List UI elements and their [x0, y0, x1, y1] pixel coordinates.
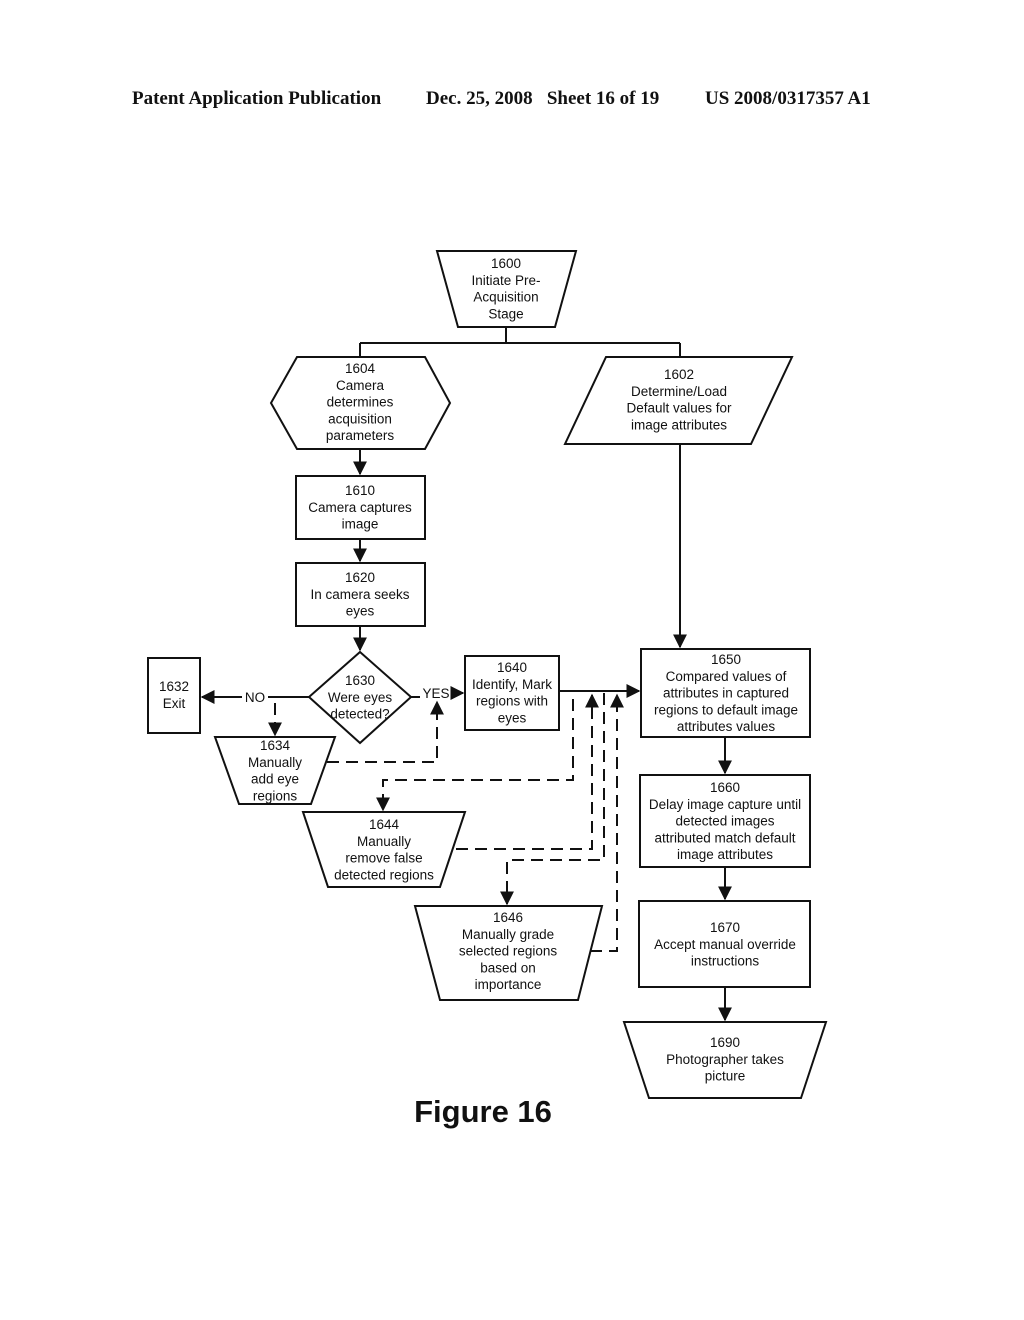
node-1690-text-line: picture: [705, 1069, 746, 1084]
figure-label: Figure 16: [414, 1094, 552, 1129]
node-1644-number: 1644: [369, 817, 400, 832]
node-1610-text-line: Camera captures: [308, 500, 412, 515]
node-1610-number: 1610: [345, 483, 375, 498]
node-1650-text-line: regions to default image: [654, 702, 798, 717]
node-1620-number: 1620: [345, 570, 375, 585]
node-1646-text-line: selected regions: [459, 944, 558, 959]
node-1634-text-line: Manually: [248, 755, 302, 770]
node-1634-text-line: add eye: [251, 772, 299, 787]
node-1602-text-line: Determine/Load: [631, 384, 727, 399]
node-1600-number: 1600: [491, 256, 521, 271]
node-1640-number: 1640: [497, 660, 527, 675]
node-1630-text-line: detected?: [330, 707, 389, 722]
node-1644-text-line: Manually: [357, 834, 411, 849]
node-1660-text-line: image attributes: [677, 847, 773, 862]
node-1604-text-line: parameters: [326, 428, 395, 443]
node-1646-text-line: Manually grade: [462, 927, 554, 942]
node-1670-text-line: instructions: [691, 954, 760, 969]
node-1600-text-line: Initiate Pre-: [471, 273, 540, 288]
node-1670-text-line: Accept manual override: [654, 937, 796, 952]
edge-label-no: NO: [245, 690, 265, 705]
node-1644-text-line: detected regions: [334, 867, 434, 882]
node-1660-number: 1660: [710, 780, 740, 795]
node-1646-number: 1646: [493, 910, 523, 925]
node-1640-text-line: regions with: [476, 694, 548, 709]
node-1670-number: 1670: [710, 920, 740, 935]
node-1650-text-line: attributes values: [677, 719, 776, 734]
node-1660-text-line: attributed match default: [654, 830, 795, 845]
node-1632: 1632 Exit: [159, 679, 189, 711]
node-1604-text-line: acquisition: [328, 411, 392, 426]
node-1644-text-line: remove false: [345, 851, 422, 866]
node-1650-text-line: attributes in captured: [663, 686, 789, 701]
edge-label-yes: YES: [422, 686, 449, 701]
node-1632-text-line: Exit: [163, 696, 186, 711]
node-1632-number: 1632: [159, 679, 189, 694]
node-1620-text-line: In camera seeks: [310, 587, 409, 602]
node-1646-text-line: importance: [475, 977, 542, 992]
node-1602-text-line: image attributes: [631, 417, 727, 432]
node-1630-number: 1630: [345, 673, 375, 688]
node-1600-text-line: Stage: [488, 306, 523, 321]
node-1602-text-line: Default values for: [626, 401, 732, 416]
node-1650-number: 1650: [711, 652, 741, 667]
node-1610-text-line: image: [342, 517, 379, 532]
node-1640-text-line: eyes: [498, 710, 527, 725]
node-1630-text-line: Were eyes: [328, 690, 393, 705]
node-1600-text-line: Acquisition: [473, 290, 538, 305]
node-1634-number: 1634: [260, 738, 291, 753]
node-1660-text-line: Delay image capture until: [649, 797, 801, 812]
node-1634-text-line: regions: [253, 788, 298, 803]
connector-1600-split: [359, 327, 681, 357]
node-1660-text-line: detected images: [675, 814, 774, 829]
node-1650-text-line: Compared values of: [666, 669, 787, 684]
node-1620-text-line: eyes: [346, 604, 375, 619]
node-1690-text-line: Photographer takes: [666, 1052, 784, 1067]
node-1640-text-line: Identify, Mark: [472, 677, 552, 692]
node-1690-number: 1690: [710, 1035, 740, 1050]
flowchart: NO YES 1600 Initiate Pre- AcquisitionStage…: [147, 250, 828, 1129]
node-1602-number: 1602: [664, 367, 694, 382]
node-1604-text-line: Camera: [336, 378, 385, 393]
node-1604-text-line: determines: [327, 395, 394, 410]
node-1604-number: 1604: [345, 361, 376, 376]
node-1646-text-line: based on: [480, 960, 536, 975]
